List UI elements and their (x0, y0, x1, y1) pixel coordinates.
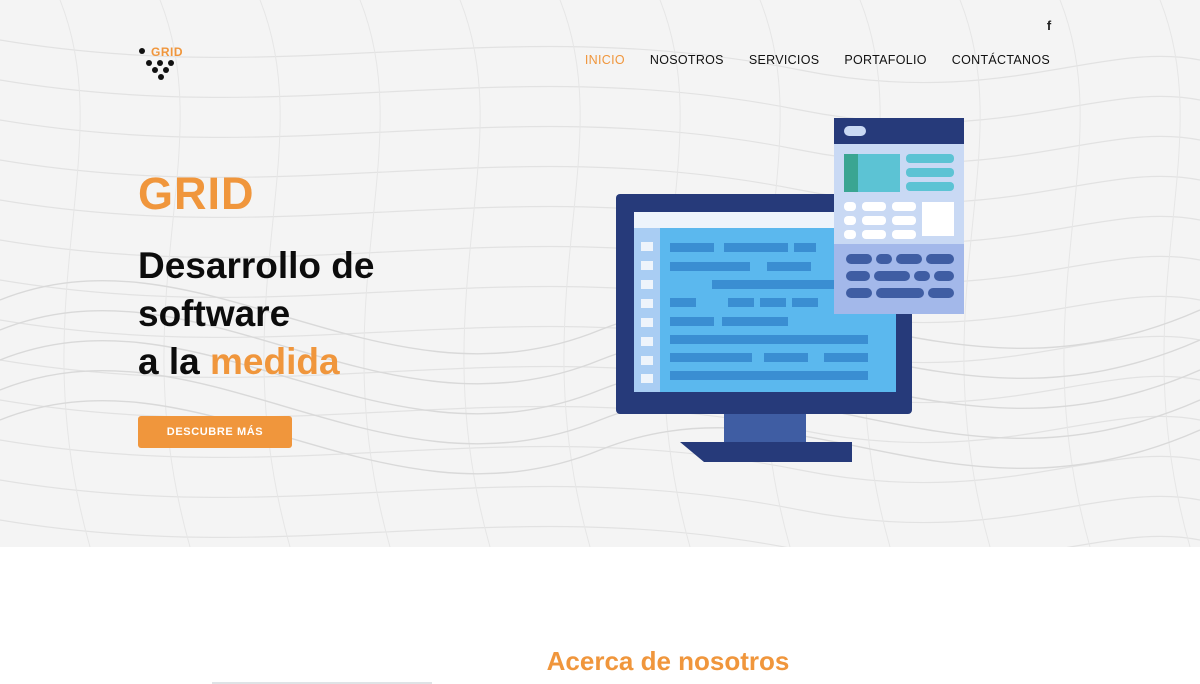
nav-item-servicios[interactable]: SERVICIOS (749, 53, 820, 67)
headline-accent: medida (210, 341, 340, 382)
facebook-icon[interactable]: f (1041, 17, 1057, 35)
computer-illustration (616, 118, 964, 462)
monitor-base (680, 442, 852, 462)
headline-line-3-prefix: a la (138, 341, 200, 382)
grid-logo[interactable]: GRID (137, 45, 187, 81)
main-nav: INICIO NOSOTROS SERVICIOS PORTAFOLIO CON… (585, 53, 1050, 67)
nav-item-contactanos[interactable]: CONTÁCTANOS (952, 53, 1050, 67)
about-section-title: Acerca de nosotros (546, 646, 790, 676)
headline-line-2: software (138, 293, 291, 334)
nav-item-inicio[interactable]: INICIO (585, 53, 625, 67)
logo-text: GRID (151, 45, 183, 59)
discover-more-button[interactable]: DESCUBRE MÁS (138, 416, 292, 448)
headline-line-1: Desarrollo de (138, 245, 375, 286)
hero-brand: GRID (138, 168, 255, 219)
hero-headline: Desarrollo de software a la medida (138, 242, 374, 386)
monitor-stand (724, 413, 806, 443)
nav-item-nosotros[interactable]: NOSOTROS (650, 53, 724, 67)
hero-section: f GRID INICIO NOSOTROS SERVICIOS PORTAFO… (0, 0, 1200, 547)
nav-item-portafolio[interactable]: PORTAFOLIO (844, 53, 926, 67)
